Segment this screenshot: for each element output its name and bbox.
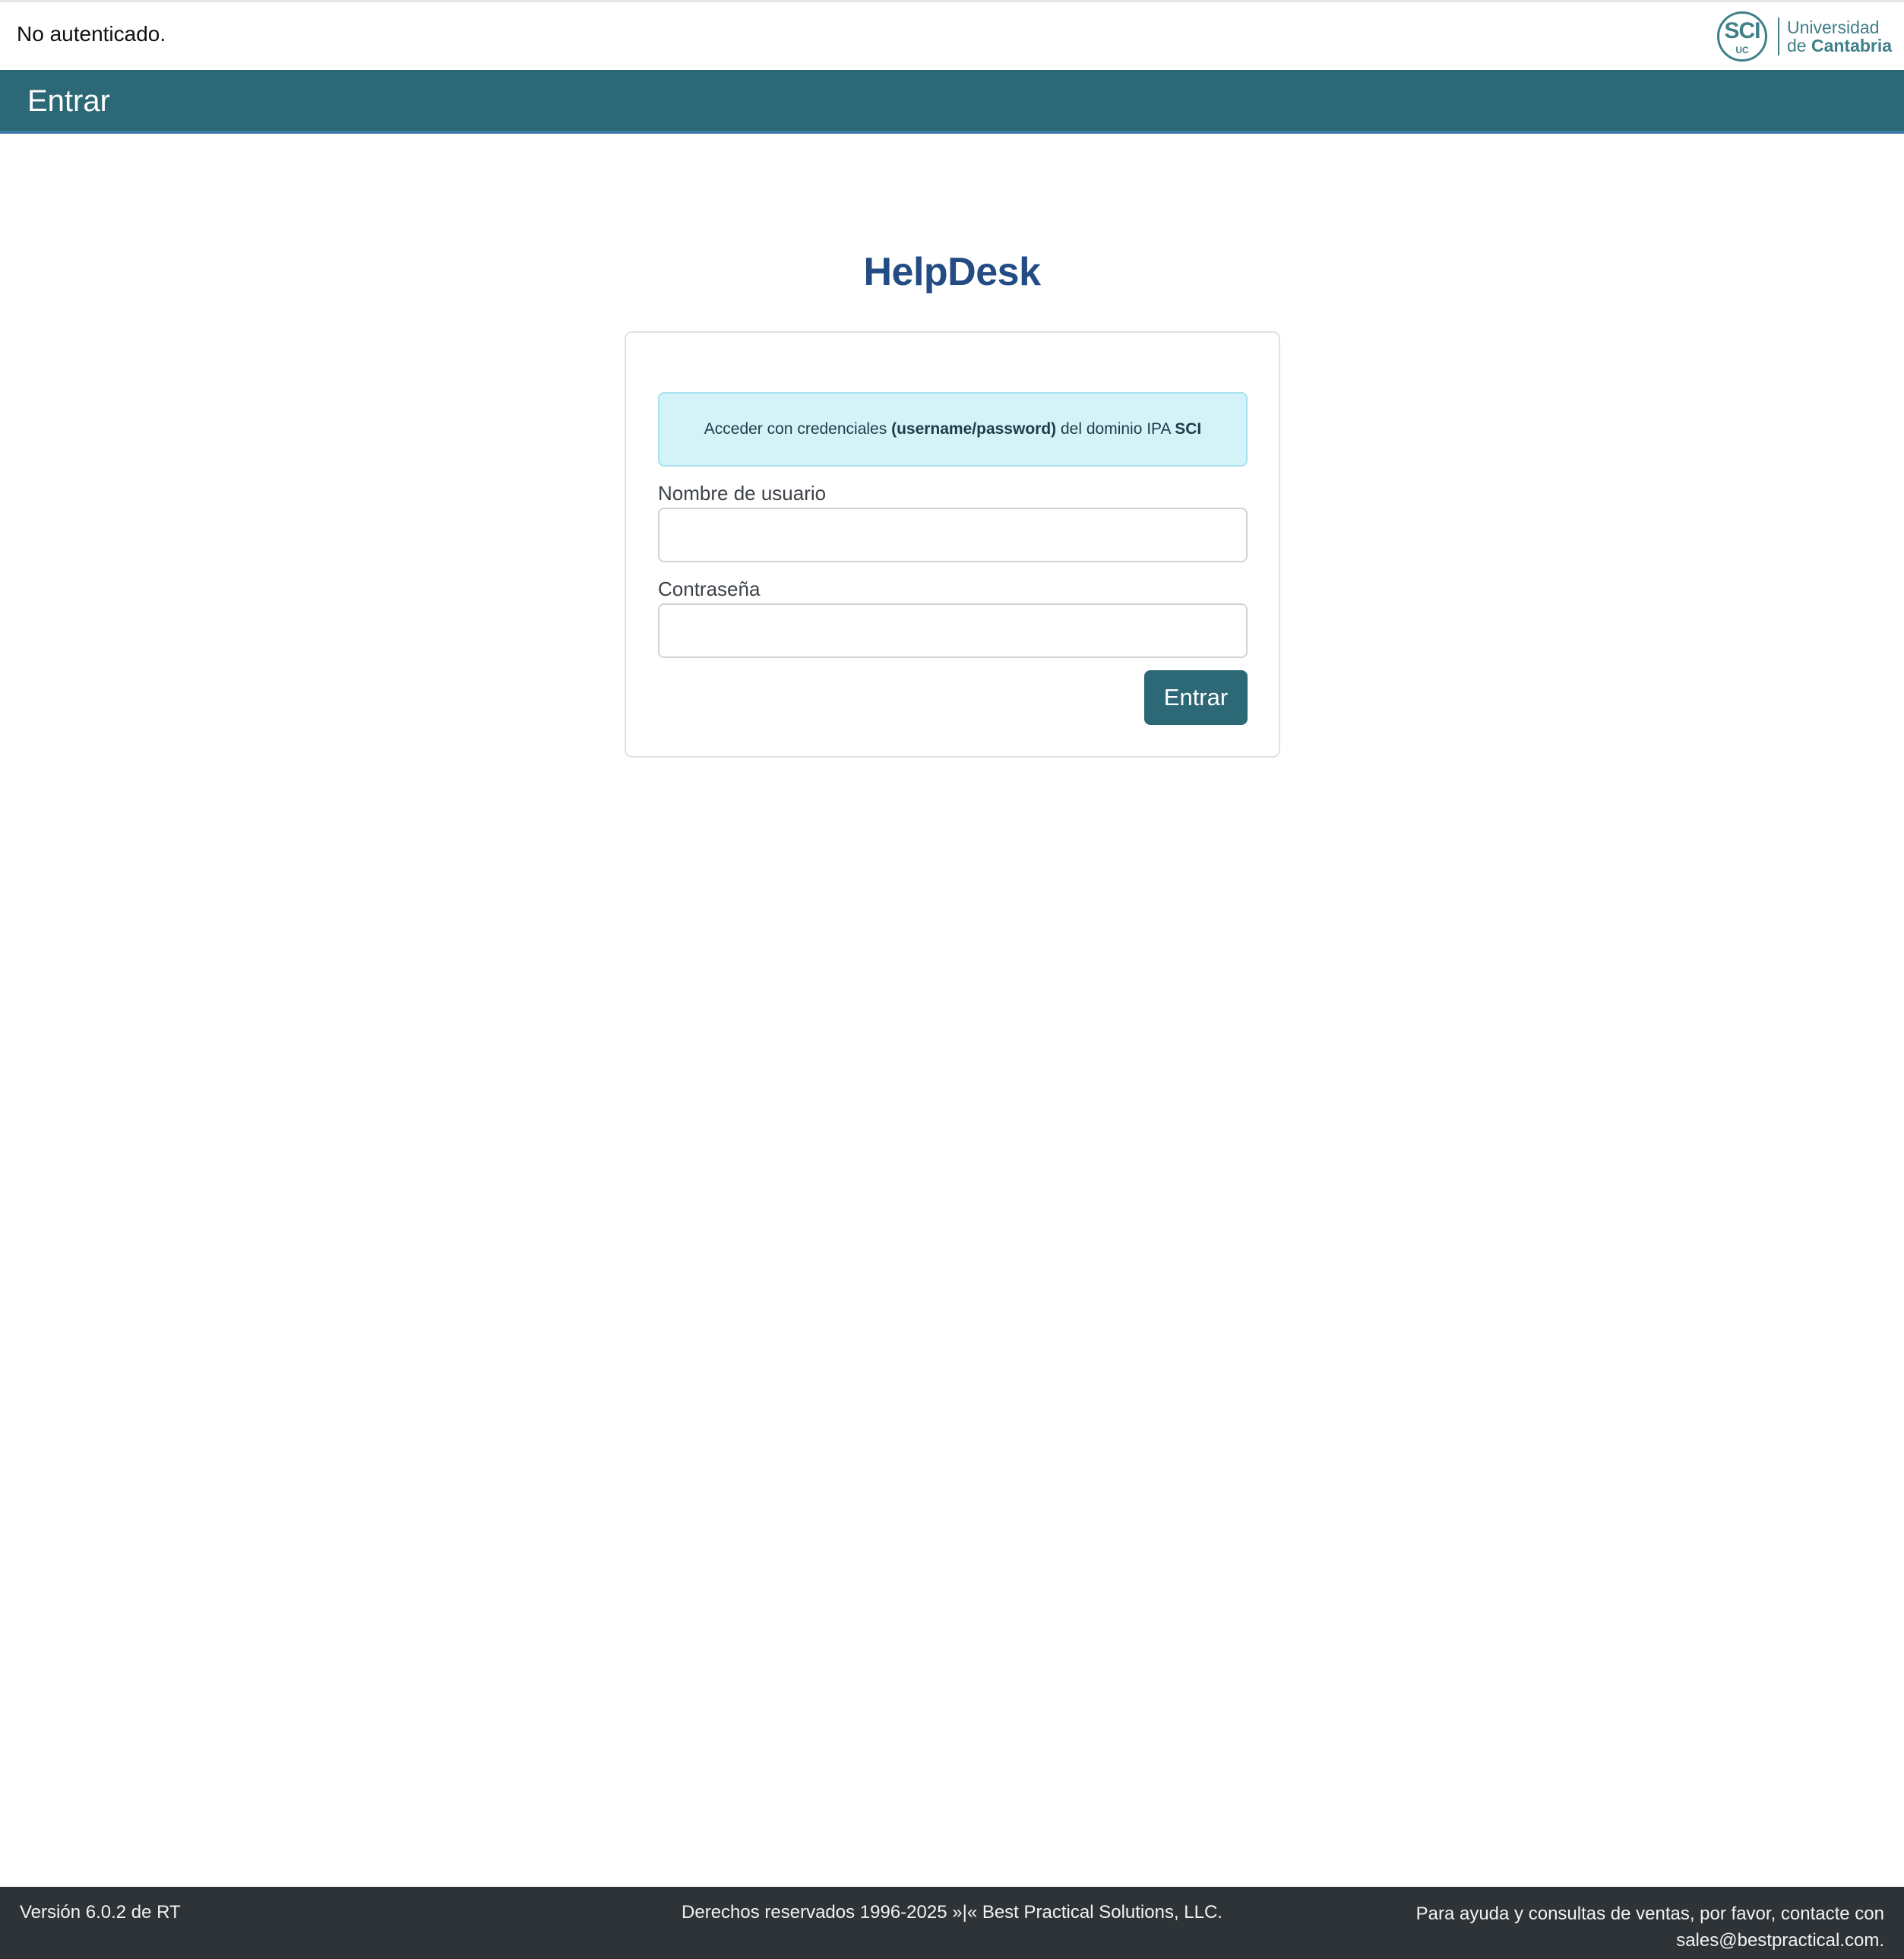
- logo-mark-sub: UC: [1735, 45, 1749, 55]
- login-submit-button[interactable]: Entrar: [1144, 670, 1248, 725]
- logo-text: Universidad de Cantabria: [1787, 18, 1892, 55]
- logo-mark: SCI: [1724, 18, 1760, 43]
- login-info-credentials: (username/password): [891, 420, 1057, 438]
- password-label: Contraseña: [658, 578, 761, 600]
- footer-contact: Para ayuda y consultas de ventas, por fa…: [1416, 1900, 1884, 1954]
- logo-text-line2-prefix: de: [1787, 36, 1811, 55]
- logo-text-line2: de Cantabria: [1787, 36, 1892, 55]
- sci-uc-logo-icon: SCI UC: [1717, 11, 1767, 62]
- session-status: No autenticado.: [17, 22, 166, 46]
- page-title-bar: Entrar: [0, 70, 1904, 134]
- footer: Versión 6.0.2 de RT Derechos reservados …: [0, 1887, 1904, 1959]
- login-info-middle: del dominio IPA: [1056, 420, 1175, 438]
- username-label: Nombre de usuario: [658, 482, 827, 505]
- login-form: Acceder con credenciales (username/passw…: [625, 331, 1280, 758]
- footer-contact-email-link[interactable]: sales@bestpractical.com.: [1416, 1927, 1884, 1954]
- logo-text-line1: Universidad: [1787, 17, 1880, 37]
- password-input[interactable]: [658, 603, 1248, 658]
- top-bar: No autenticado. SCI UC Universidad de Ca…: [0, 0, 1904, 70]
- login-info-alert: Acceder con credenciales (username/passw…: [658, 392, 1248, 467]
- login-info-prefix: Acceder con credenciales: [704, 420, 892, 438]
- login-info-domain: SCI: [1175, 420, 1202, 438]
- footer-contact-text: Para ayuda y consultas de ventas, por fa…: [1415, 1904, 1884, 1924]
- app-name-heading: HelpDesk: [863, 250, 1042, 294]
- university-logo[interactable]: SCI UC Universidad de Cantabria: [1717, 11, 1899, 65]
- username-input[interactable]: [658, 508, 1248, 562]
- page-title: Entrar: [27, 84, 110, 118]
- logo-text-line2-bold: Cantabria: [1811, 36, 1893, 55]
- logo-divider: [1778, 17, 1779, 55]
